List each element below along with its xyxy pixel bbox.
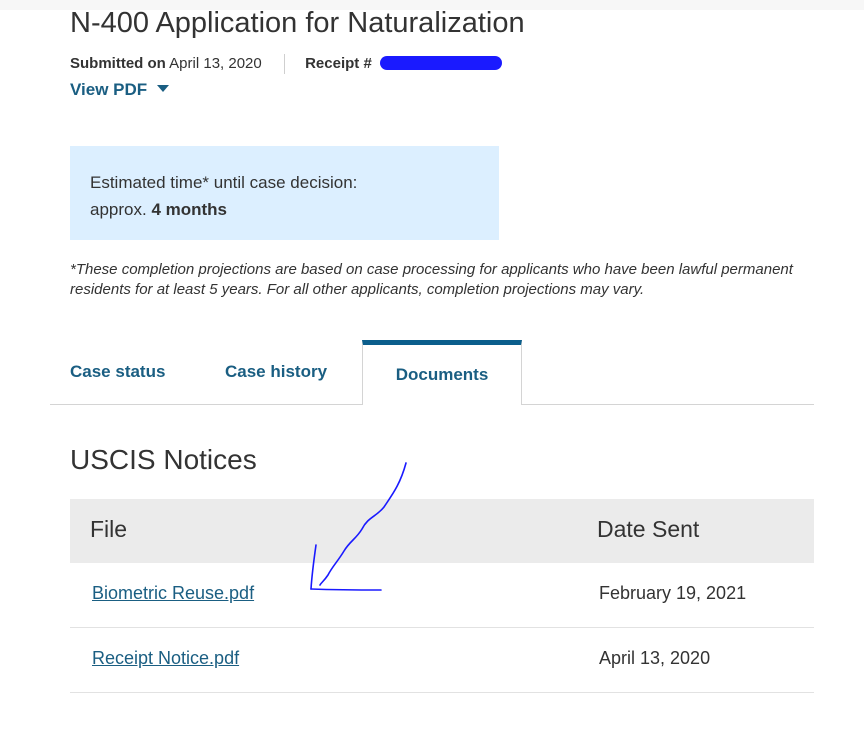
receipt-label: Receipt #: [305, 54, 372, 72]
estimate-line: Estimated time* until case decision:: [90, 173, 358, 192]
submitted-date: April 13, 2020: [169, 54, 262, 72]
column-header-file: File: [90, 516, 128, 542]
estimate-value-line: approx. 4 months: [90, 196, 479, 223]
meta-divider: [283, 54, 285, 74]
table-row: Biometric Reuse.pdf February 19, 2021: [70, 563, 814, 628]
estimate-box: Estimated time* until case decision: app…: [70, 146, 499, 240]
tab-label: Documents: [395, 365, 489, 384]
table-row: Receipt Notice.pdf April 13, 2020: [70, 628, 814, 693]
estimate-prefix: approx.: [90, 200, 147, 219]
notices-table: File Date Sent Biometric Reuse.pdf Febru…: [70, 499, 814, 693]
application-meta: Submitted on April 13, 2020 Receipt #: [70, 54, 502, 74]
disclaimer-text: *These completion projections are based …: [70, 261, 793, 298]
page-title: N-400 Application for Naturalization: [70, 7, 525, 39]
caret-down-icon: [157, 85, 170, 92]
column-header-date: Date Sent: [597, 516, 700, 542]
date-sent: April 13, 2020: [599, 648, 711, 668]
submitted-label: Submitted on: [70, 54, 166, 72]
table-header: File Date Sent: [70, 499, 814, 563]
file-link[interactable]: Biometric Reuse.pdf: [92, 583, 254, 604]
tab-case-status[interactable]: Case status: [70, 340, 170, 404]
estimate-value: 4 months: [151, 200, 227, 219]
file-link[interactable]: Receipt Notice.pdf: [92, 648, 239, 669]
section-title: USCIS Notices: [70, 444, 257, 475]
view-pdf-label: View PDF: [70, 80, 148, 99]
tab-documents[interactable]: Documents: [362, 340, 522, 405]
tab-label: Case history: [225, 362, 328, 381]
date-sent: February 19, 2021: [599, 583, 747, 603]
tab-bar: Case status Case history Documents: [50, 340, 814, 405]
tab-case-history[interactable]: Case history: [225, 340, 335, 404]
receipt-number-redaction: [379, 55, 502, 70]
view-pdf-button[interactable]: View PDF: [70, 80, 170, 100]
tab-label: Case status: [70, 362, 166, 381]
